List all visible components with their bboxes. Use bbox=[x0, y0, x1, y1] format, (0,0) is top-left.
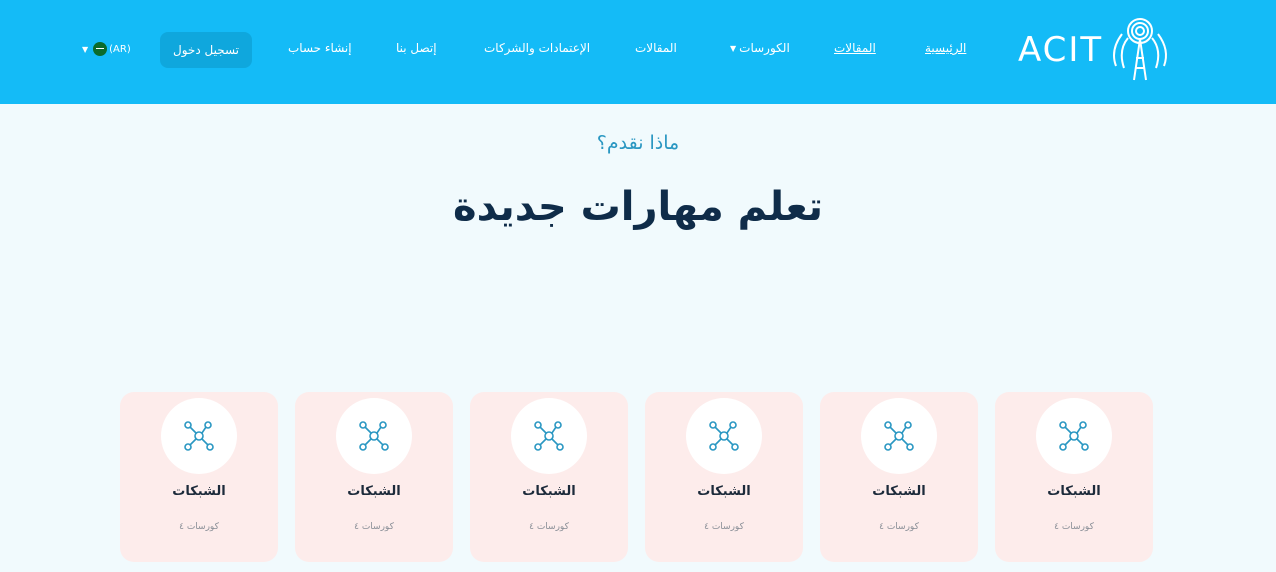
antenna-wings-icon bbox=[1113, 18, 1167, 81]
network-icon bbox=[709, 421, 739, 451]
icon-circle bbox=[336, 398, 412, 474]
site-header: ACIT الرئيسية المقالات ▼ الكورسات المقالا… bbox=[0, 0, 1276, 104]
card-title: الشبكات bbox=[172, 484, 226, 499]
network-icon bbox=[184, 421, 214, 451]
nav-articles-underlined[interactable]: المقالات bbox=[834, 41, 876, 55]
logo[interactable]: ACIT bbox=[1018, 14, 1178, 86]
category-card[interactable]: الشبكات كورسات ٤ bbox=[470, 392, 628, 562]
category-card[interactable]: الشبكات كورسات ٤ bbox=[995, 392, 1153, 562]
network-icon bbox=[534, 421, 564, 451]
login-button[interactable]: تسجيل دخول bbox=[160, 32, 252, 68]
card-course-count: كورسات ٤ bbox=[529, 522, 569, 532]
card-course-count: كورسات ٤ bbox=[354, 522, 394, 532]
logo-text: ACIT bbox=[1018, 30, 1104, 70]
category-card[interactable]: الشبكات كورسات ٤ bbox=[295, 392, 453, 562]
caret-down-icon: ▼ bbox=[730, 44, 737, 53]
icon-circle bbox=[161, 398, 237, 474]
saudi-flag-icon bbox=[93, 42, 108, 56]
nav-contact[interactable]: إتصل بنا bbox=[396, 41, 437, 55]
network-icon bbox=[884, 421, 914, 451]
card-title: الشبكات bbox=[1047, 484, 1101, 499]
category-card[interactable]: الشبكات كورسات ٤ bbox=[820, 392, 978, 562]
network-icon bbox=[359, 421, 389, 451]
network-icon bbox=[1059, 421, 1089, 451]
icon-circle bbox=[686, 398, 762, 474]
card-title: الشبكات bbox=[872, 484, 926, 499]
nav-home[interactable]: الرئيسية bbox=[925, 41, 966, 55]
card-course-count: كورسات ٤ bbox=[179, 522, 219, 532]
nav-courses[interactable]: ▼ الكورسات bbox=[730, 41, 790, 55]
nav-articles[interactable]: المقالات bbox=[635, 41, 677, 55]
icon-circle bbox=[511, 398, 587, 474]
card-title: الشبكات bbox=[522, 484, 576, 499]
card-course-count: كورسات ٤ bbox=[704, 522, 744, 532]
card-course-count: كورسات ٤ bbox=[1054, 522, 1094, 532]
icon-circle bbox=[1036, 398, 1112, 474]
nav-courses-label: الكورسات bbox=[739, 41, 790, 55]
caret-down-icon: ▼ bbox=[82, 44, 89, 54]
card-course-count: كورسات ٤ bbox=[879, 522, 919, 532]
card-title: الشبكات bbox=[347, 484, 401, 499]
language-label: (AR) bbox=[109, 43, 131, 55]
card-title: الشبكات bbox=[697, 484, 751, 499]
icon-circle bbox=[861, 398, 937, 474]
section-subtitle: ماذا نقدم؟ bbox=[596, 132, 680, 154]
language-selector[interactable]: ▼ (AR) bbox=[82, 42, 131, 56]
category-card[interactable]: الشبكات كورسات ٤ bbox=[645, 392, 803, 562]
nav-register[interactable]: إنشاء حساب bbox=[288, 41, 352, 55]
section-title: تعلم مهارات جديدة bbox=[453, 184, 823, 230]
category-card[interactable]: الشبكات كورسات ٤ bbox=[120, 392, 278, 562]
nav-accreditations[interactable]: الإعتمادات والشركات bbox=[484, 41, 590, 55]
